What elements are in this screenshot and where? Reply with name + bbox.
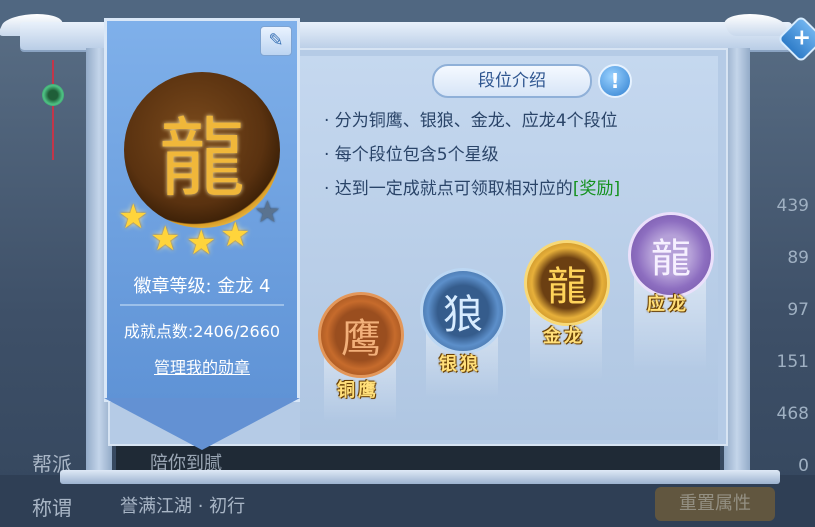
star-icon-filled: ★ — [220, 215, 251, 255]
rank-label: 金龙 — [543, 326, 585, 347]
banner-divider — [120, 304, 284, 306]
rank-label: 应龙 — [647, 294, 689, 315]
dragon-icon: 龍 — [159, 108, 245, 209]
background-stat: 151 — [776, 352, 809, 372]
info-icon: ! — [610, 69, 620, 93]
star-icon-filled: ★ — [150, 219, 181, 259]
achievement-points-text: 成就点数:2406/2660 — [123, 322, 281, 341]
rank-gold-dragon: 龍 金龙 — [524, 240, 610, 380]
rule-text: · 达到一定成就点可领取相对应的 — [324, 179, 573, 199]
background-stat-column: 439 89 97 151 468 0 — [769, 180, 809, 492]
dialog-base — [60, 470, 780, 484]
rule-line: · 每个段位包含5个星级 — [324, 145, 499, 165]
background-title-value: 誉满江湖 · 初行 — [120, 496, 246, 517]
background-stat: 97 — [787, 300, 809, 320]
star-icon-filled: ★ — [186, 223, 217, 263]
star-icon-empty: ★ — [254, 195, 281, 230]
rank-silver-wolf: 狼 银狼 — [420, 268, 506, 398]
badge-level-text: 徽章等级: 金龙 4 — [133, 276, 271, 297]
star-icon-filled: ★ — [118, 197, 149, 237]
manage-badges-link[interactable]: 管理我的勋章 — [104, 354, 300, 378]
winged-dragon-icon: 龍 — [628, 212, 714, 298]
background-stat: 468 — [776, 404, 809, 424]
eagle-icon: 鹰 — [318, 292, 404, 378]
jade-tassel — [42, 60, 64, 160]
edit-icon: ✎ — [268, 30, 284, 51]
rule-line: · 分为铜鹰、银狼、金龙、应龙4个段位 — [324, 111, 618, 131]
background-stat: 439 — [776, 196, 809, 216]
background-label-title: 称谓 — [32, 496, 72, 520]
rank-intro-title: 段位介绍 — [432, 64, 592, 98]
edit-button[interactable]: ✎ — [260, 26, 292, 56]
rank-label: 铜鹰 — [337, 380, 379, 401]
rank-label: 银狼 — [439, 354, 481, 375]
background-stat: 89 — [787, 248, 809, 268]
dragon-icon: 龍 — [524, 240, 610, 326]
wolf-icon: 狼 — [420, 268, 506, 354]
close-icon: + — [792, 25, 811, 51]
rank-winged-dragon: 龍 应龙 — [628, 212, 714, 372]
info-button[interactable]: ! — [598, 64, 632, 98]
rank-bronze-eagle: 鹰 铜鹰 — [318, 292, 404, 422]
reward-link[interactable]: [奖励] — [573, 179, 620, 199]
rule-line: · 达到一定成就点可领取相对应的[奖励] — [324, 174, 620, 199]
reset-attributes-button: 重置属性 — [655, 487, 775, 521]
